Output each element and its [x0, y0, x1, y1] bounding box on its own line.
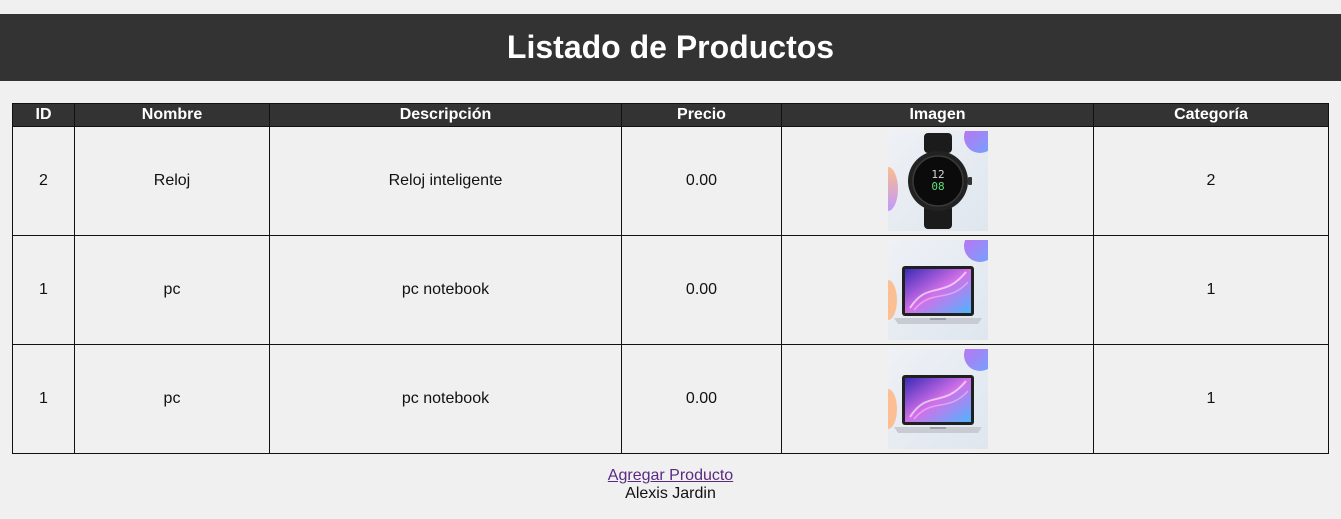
- table-row: 1 pc pc notebook 0.00 1: [12, 235, 1329, 345]
- cell-precio: 0.00: [621, 344, 782, 454]
- smartwatch-image: 12 08: [887, 131, 988, 231]
- column-header-descripcion: Descripción: [269, 103, 622, 127]
- cell-id: 1: [12, 344, 75, 454]
- author-name: Alexis Jardin: [625, 485, 716, 502]
- column-header-imagen: Imagen: [781, 103, 1094, 127]
- cell-descripcion: pc notebook: [269, 344, 622, 454]
- page-header: Listado de Productos: [0, 14, 1341, 81]
- add-product-link[interactable]: Agregar Producto: [608, 467, 733, 484]
- cell-categoria: 1: [1093, 344, 1329, 454]
- table-row: 2 Reloj Reloj inteligente 0.00 12 08 2: [12, 126, 1329, 236]
- laptop-image: [887, 240, 988, 340]
- cell-precio: 0.00: [621, 235, 782, 345]
- column-header-id: ID: [12, 103, 75, 127]
- page-title: Listado de Productos: [506, 29, 835, 65]
- products-table: ID Nombre Descripción Precio Imagen Cate…: [12, 103, 1329, 454]
- column-header-nombre: Nombre: [74, 103, 270, 127]
- cell-imagen: 12 08: [781, 126, 1094, 236]
- column-header-precio: Precio: [621, 103, 782, 127]
- page-footer: Agregar Producto Alexis Jardin: [0, 467, 1341, 503]
- cell-imagen: [781, 344, 1094, 454]
- laptop-image: [887, 349, 988, 449]
- cell-precio: 0.00: [621, 126, 782, 236]
- cell-descripcion: pc notebook: [269, 235, 622, 345]
- cell-nombre: Reloj: [74, 126, 270, 236]
- table-header-row: ID Nombre Descripción Precio Imagen Cate…: [12, 103, 1329, 127]
- table-row: 1 pc pc notebook 0.00 1: [12, 344, 1329, 454]
- cell-categoria: 2: [1093, 126, 1329, 236]
- cell-id: 1: [12, 235, 75, 345]
- column-header-categoria: Categoría: [1093, 103, 1329, 127]
- cell-categoria: 1: [1093, 235, 1329, 345]
- cell-descripcion: Reloj inteligente: [269, 126, 622, 236]
- cell-nombre: pc: [74, 344, 270, 454]
- cell-nombre: pc: [74, 235, 270, 345]
- watch-minute: 08: [931, 180, 944, 193]
- cell-id: 2: [12, 126, 75, 236]
- cell-imagen: [781, 235, 1094, 345]
